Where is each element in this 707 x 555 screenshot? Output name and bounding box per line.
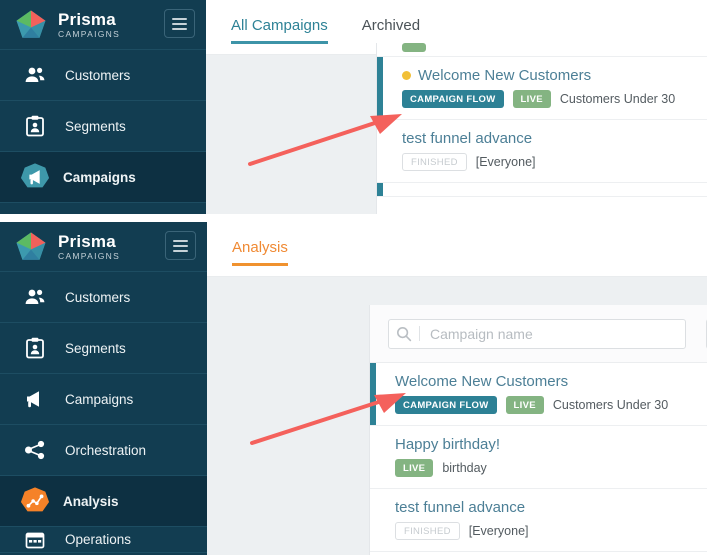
status-badge-live: LIVE	[512, 90, 551, 108]
brand-subtitle: CAMPAIGNS	[58, 250, 121, 261]
share-nodes-icon	[22, 437, 48, 463]
list-item[interactable]: test funnel advance FINISHED [Everyone]	[370, 489, 707, 552]
campaign-title-row: test funnel advance	[402, 130, 707, 147]
sidebar-campaigns: Prisma CAMPAIGNS Customers Segments Camp…	[0, 0, 206, 214]
campaign-meta: CAMPAIGN FLOW LIVE Customers Under 30	[395, 396, 707, 414]
brand-subtitle: CAMPAIGNS	[58, 28, 121, 39]
brand-name: Prisma	[58, 9, 116, 29]
campaign-segment: [Everyone]	[468, 524, 529, 538]
hamburger-menu-icon[interactable]	[164, 9, 195, 38]
sidebar-item-campaigns[interactable]: Campaigns	[0, 152, 206, 203]
brand-text: Prisma CAMPAIGNS	[58, 11, 120, 39]
brand-header: Prisma CAMPAIGNS	[0, 0, 206, 50]
brand-name: Prisma	[58, 231, 116, 251]
campaign-list-card: Welcome New Customers CAMPAIGN FLOW LIVE…	[376, 43, 707, 214]
sidebar-item-campaigns[interactable]: Campaigns	[0, 374, 207, 425]
campaign-segment: Customers Under 30	[559, 92, 676, 106]
campaign-title-row: test funnel advance	[395, 499, 707, 516]
campaign-segment: Customers Under 30	[552, 398, 669, 412]
line-chart-icon	[20, 486, 50, 516]
sidebar-item-customers[interactable]: Customers	[0, 50, 206, 101]
campaigns-workspace: Welcome New Customers CAMPAIGN FLOW LIVE…	[206, 43, 707, 214]
users-icon	[22, 62, 48, 88]
campaigns-panel: Prisma CAMPAIGNS Customers Segments Camp…	[0, 0, 707, 214]
list-item[interactable]: Welcome New Customers CAMPAIGN FLOW LIVE…	[370, 363, 707, 426]
sidebar-item-label: Campaigns	[63, 169, 136, 185]
campaign-title: Welcome New Customers	[418, 67, 592, 84]
sidebar-item-label: Operations	[65, 532, 132, 547]
sidebar-item-operations[interactable]: Operations	[0, 527, 207, 553]
search-toolbar	[370, 305, 707, 363]
sidebar-item-orchestration[interactable]: Orchestration	[0, 425, 207, 476]
sidebar-item-label: Segments	[65, 340, 126, 356]
prisma-pentagon-logo	[16, 232, 46, 260]
sidebar-item-partial[interactable]	[0, 203, 206, 214]
tab-analysis[interactable]: Analysis	[232, 238, 288, 266]
campaign-segment: [Everyone]	[475, 155, 536, 169]
campaign-meta: LIVE birthday	[395, 459, 707, 477]
campaign-meta: FINISHED [Everyone]	[402, 153, 707, 171]
screenshot-root: Prisma CAMPAIGNS Customers Segments Camp…	[0, 0, 707, 555]
status-badge-live: LIVE	[395, 459, 434, 477]
campaign-title: test funnel advance	[402, 130, 533, 147]
sidebar-item-label: Customers	[65, 67, 131, 83]
status-dot-amber-icon	[402, 71, 411, 80]
sidebar-item-label: Orchestration	[65, 442, 147, 458]
calendar-icon	[22, 527, 48, 553]
campaign-title: Welcome New Customers	[395, 373, 569, 390]
users-icon	[22, 284, 48, 310]
hamburger-menu-icon[interactable]	[165, 231, 196, 260]
analysis-panel: Prisma CAMPAIGNS Customers Segments Camp…	[0, 222, 707, 555]
list-item-partial[interactable]	[377, 183, 707, 197]
campaign-title-row: Happy birthday!	[395, 436, 707, 453]
sidebar-item-label: Segments	[65, 118, 126, 134]
tab-all-campaigns[interactable]: All Campaigns	[231, 16, 328, 44]
sidebar-item-label: Analysis	[63, 493, 119, 509]
clipboard-user-icon	[22, 113, 48, 139]
sidebar-item-segments[interactable]: Segments	[0, 101, 206, 152]
list-item[interactable]: test funnel advance FINISHED [Everyone]	[377, 120, 707, 183]
sidebar-item-analysis[interactable]: Analysis	[0, 476, 207, 527]
search-input[interactable]	[420, 319, 685, 348]
prisma-pentagon-logo	[16, 10, 46, 38]
status-badge-live: LIVE	[505, 396, 544, 414]
sidebar-item-segments[interactable]: Segments	[0, 323, 207, 374]
list-item-partial[interactable]	[377, 43, 707, 57]
megaphone-icon	[22, 386, 48, 412]
campaign-meta: FINISHED [Everyone]	[395, 522, 707, 540]
status-badge-finished: FINISHED	[402, 153, 467, 171]
tab-label: All Campaigns	[231, 16, 328, 34]
type-badge-campaign-flow: CAMPAIGN FLOW	[402, 90, 504, 108]
analysis-content: Analysis Campaign name Welcome New Custo…	[207, 222, 707, 555]
sidebar-item-label: Customers	[65, 289, 131, 305]
list-item[interactable]: Happy birthday! LIVE birthday	[370, 426, 707, 489]
campaign-title-row: Welcome New Customers	[395, 373, 707, 390]
sidebar-analysis: Prisma CAMPAIGNS Customers Segments Camp…	[0, 222, 207, 555]
campaign-list-card: Welcome New Customers CAMPAIGN FLOW LIVE…	[369, 305, 707, 555]
status-badge-live-partial	[402, 43, 426, 52]
megaphone-icon	[20, 162, 50, 192]
campaigns-content: All Campaigns Archived Welcome New Custo…	[206, 0, 707, 214]
campaign-title: Happy birthday!	[395, 436, 501, 453]
brand-text: Prisma CAMPAIGNS	[58, 233, 120, 261]
campaign-meta: CAMPAIGN FLOW LIVE Customers Under 30	[402, 90, 707, 108]
list-item[interactable]: Welcome New Customers CAMPAIGN FLOW LIVE…	[377, 57, 707, 120]
analysis-workspace: Welcome New Customers CAMPAIGN FLOW LIVE…	[207, 277, 707, 555]
search-box[interactable]	[388, 318, 686, 349]
tab-label: Analysis	[232, 238, 288, 256]
clipboard-user-icon	[22, 335, 48, 361]
search-icon	[389, 326, 419, 342]
status-badge-finished: FINISHED	[395, 522, 460, 540]
tab-archived[interactable]: Archived	[362, 17, 420, 38]
campaign-title: test funnel advance	[395, 499, 526, 516]
analysis-tabbar: Analysis	[207, 222, 707, 277]
campaign-title-row: Welcome New Customers	[402, 67, 707, 84]
tab-label: Archived	[361, 16, 421, 34]
sidebar-item-label: Campaigns	[65, 391, 134, 407]
type-badge-campaign-flow: CAMPAIGN FLOW	[395, 396, 497, 414]
campaign-segment: birthday	[442, 461, 487, 475]
brand-header: Prisma CAMPAIGNS	[0, 222, 207, 272]
sidebar-item-customers[interactable]: Customers	[0, 272, 207, 323]
